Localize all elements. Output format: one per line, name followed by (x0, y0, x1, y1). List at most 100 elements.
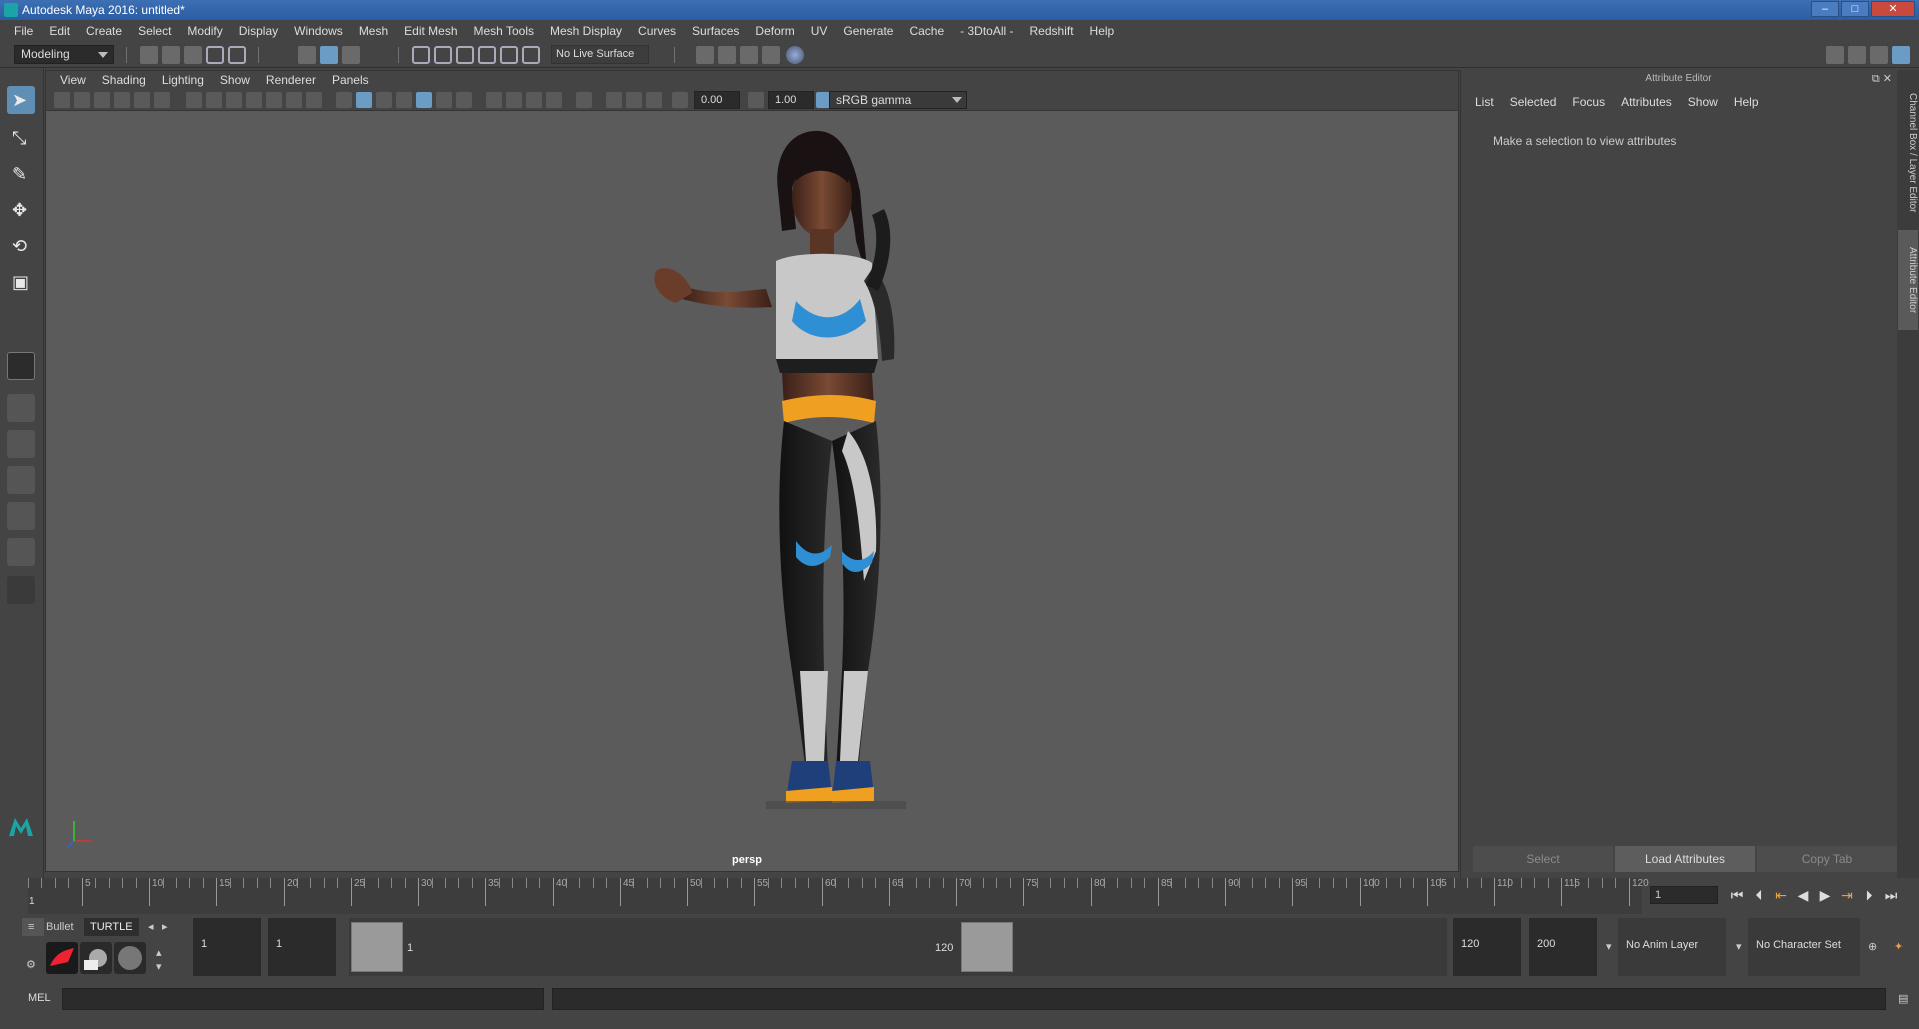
snap-curve-icon[interactable] (434, 46, 452, 64)
custom-layout-button[interactable] (7, 576, 35, 604)
shelf-settings-gear-icon[interactable]: ⚙ (20, 956, 42, 974)
turtle-render-icon[interactable] (46, 942, 78, 974)
live-surface-field[interactable]: No Live Surface (551, 45, 649, 64)
menu-surfaces[interactable]: Surfaces (684, 24, 747, 38)
hypershade-icon[interactable] (786, 46, 804, 64)
snap-view-plane-icon[interactable] (478, 46, 496, 64)
hypershade-layout-button[interactable] (7, 538, 35, 566)
channel-box-toggle-icon[interactable] (1892, 46, 1910, 64)
tab-channel-box[interactable]: Channel Box / Layer Editor (1898, 78, 1918, 228)
chevron-down-icon[interactable]: ▾ (1600, 938, 1618, 956)
menu-edit[interactable]: Edit (41, 24, 78, 38)
script-editor-icon[interactable]: ▤ (1892, 990, 1914, 1008)
menu-help[interactable]: Help (1082, 24, 1123, 38)
float-panel-icon[interactable]: ⧉ (1872, 73, 1880, 85)
snap-grid-icon[interactable] (412, 46, 430, 64)
new-scene-icon[interactable] (140, 46, 158, 64)
view-transform-dropdown[interactable]: sRGB gamma (829, 91, 967, 109)
2d-pan-zoom-icon[interactable] (154, 92, 170, 108)
turtle-bake-icon[interactable] (80, 942, 112, 974)
animation-start-field[interactable]: 1 (193, 918, 261, 976)
shelf-tab-turtle[interactable]: TURTLE (84, 918, 139, 936)
gate-mask-icon[interactable] (246, 92, 262, 108)
image-plane-icon[interactable] (114, 92, 130, 108)
paint-select-tool-button[interactable]: ✎ (7, 160, 35, 188)
select-button[interactable]: Select (1473, 846, 1613, 872)
persp-outliner-layout-button[interactable] (7, 430, 35, 458)
playback-end-field[interactable]: 120 (1453, 918, 1521, 976)
auto-key-icon[interactable]: ⊕ (1862, 938, 1883, 956)
shelf-down-icon[interactable]: ▾ (150, 958, 168, 976)
attr-menu-selected[interactable]: Selected (1502, 95, 1565, 109)
shelf-scroll-right-icon[interactable]: ▸ (156, 918, 174, 936)
attr-menu-show[interactable]: Show (1680, 95, 1726, 109)
viewport-menu-shading[interactable]: Shading (94, 73, 154, 87)
tab-attribute-editor[interactable]: Attribute Editor (1898, 230, 1918, 330)
character-set-dropdown[interactable]: No Character Set (1748, 918, 1860, 976)
outliner-layout-button[interactable] (7, 502, 35, 530)
shadows-icon[interactable] (456, 92, 472, 108)
step-back-frame-icon[interactable]: ⏴ (1750, 886, 1768, 904)
use-all-lights-icon[interactable] (436, 92, 452, 108)
default-material-icon[interactable] (376, 92, 392, 108)
render-current-icon[interactable] (718, 46, 736, 64)
select-component-icon[interactable] (342, 46, 360, 64)
tool-settings-icon[interactable] (1870, 46, 1888, 64)
menu-uv[interactable]: UV (803, 24, 836, 38)
attr-menu-attributes[interactable]: Attributes (1613, 95, 1680, 109)
go-to-start-icon[interactable]: ⏮ (1728, 886, 1746, 904)
ipr-render-icon[interactable] (740, 46, 758, 64)
gamma-field[interactable]: 1.00 (768, 91, 814, 109)
viewport-menu-lighting[interactable]: Lighting (154, 73, 212, 87)
character-model[interactable] (646, 111, 986, 873)
open-scene-icon[interactable] (162, 46, 180, 64)
attr-menu-help[interactable]: Help (1726, 95, 1767, 109)
xray-components-icon[interactable] (646, 92, 662, 108)
redo-icon[interactable] (228, 46, 246, 64)
viewport-menu-view[interactable]: View (52, 73, 94, 87)
menu-mesh-display[interactable]: Mesh Display (542, 24, 630, 38)
play-forwards-icon[interactable]: ▶ (1816, 886, 1834, 904)
range-end-handle[interactable] (961, 922, 1013, 972)
textured-icon[interactable] (416, 92, 432, 108)
select-hierarchy-icon[interactable] (298, 46, 316, 64)
undo-icon[interactable] (206, 46, 224, 64)
safe-title-icon[interactable] (306, 92, 322, 108)
render-view-icon[interactable] (696, 46, 714, 64)
move-tool-button[interactable]: ✥ (7, 196, 35, 224)
save-scene-icon[interactable] (184, 46, 202, 64)
load-attributes-button[interactable]: Load Attributes (1615, 846, 1755, 872)
close-panel-icon[interactable]: ✕ (1883, 73, 1892, 85)
lasso-tool-button[interactable]: ⤡ (7, 124, 35, 152)
perspective-viewport[interactable]: View Shading Lighting Show Renderer Pane… (45, 70, 1459, 872)
exposure-field[interactable]: 0.00 (694, 91, 740, 109)
menu-mesh[interactable]: Mesh (351, 24, 396, 38)
resolution-gate-icon[interactable] (226, 92, 242, 108)
menu-set-dropdown[interactable]: Modeling (14, 45, 114, 64)
menu-deform[interactable]: Deform (747, 24, 802, 38)
menu-redshift[interactable]: Redshift (1022, 24, 1082, 38)
camera-attributes-icon[interactable] (74, 92, 90, 108)
playback-start-field[interactable]: 1 (268, 918, 336, 976)
menu-3dtoall[interactable]: - 3DtoAll - (952, 24, 1021, 38)
animation-preferences-icon[interactable]: ✦ (1888, 938, 1909, 956)
select-object-icon[interactable] (320, 46, 338, 64)
step-forward-frame-icon[interactable]: ⏵ (1860, 886, 1878, 904)
maximize-button[interactable]: □ (1841, 1, 1869, 17)
command-language-label[interactable]: MEL (28, 992, 51, 1004)
animation-end-field[interactable]: 200 (1529, 918, 1597, 976)
menu-display[interactable]: Display (231, 24, 286, 38)
field-chart-icon[interactable] (266, 92, 282, 108)
four-view-layout-button[interactable] (7, 394, 35, 422)
depth-of-field-icon[interactable] (546, 92, 562, 108)
grease-pencil-icon[interactable] (134, 92, 150, 108)
attr-menu-list[interactable]: List (1467, 95, 1502, 109)
shelf-tab-bullet[interactable]: Bullet (40, 918, 80, 936)
magnet-icon[interactable] (522, 46, 540, 64)
viewport-menu-show[interactable]: Show (212, 73, 258, 87)
bookmark-icon[interactable] (94, 92, 110, 108)
rotate-tool-button[interactable]: ⟲ (7, 232, 35, 260)
time-ruler[interactable]: 1 5 10 15 20 25 30 35 40 45 50 55 60 65 70 75 80 85 90 95 1… (28, 878, 1649, 914)
camera-icon[interactable] (54, 92, 70, 108)
anim-layer-dropdown[interactable]: No Anim Layer (1618, 918, 1726, 976)
